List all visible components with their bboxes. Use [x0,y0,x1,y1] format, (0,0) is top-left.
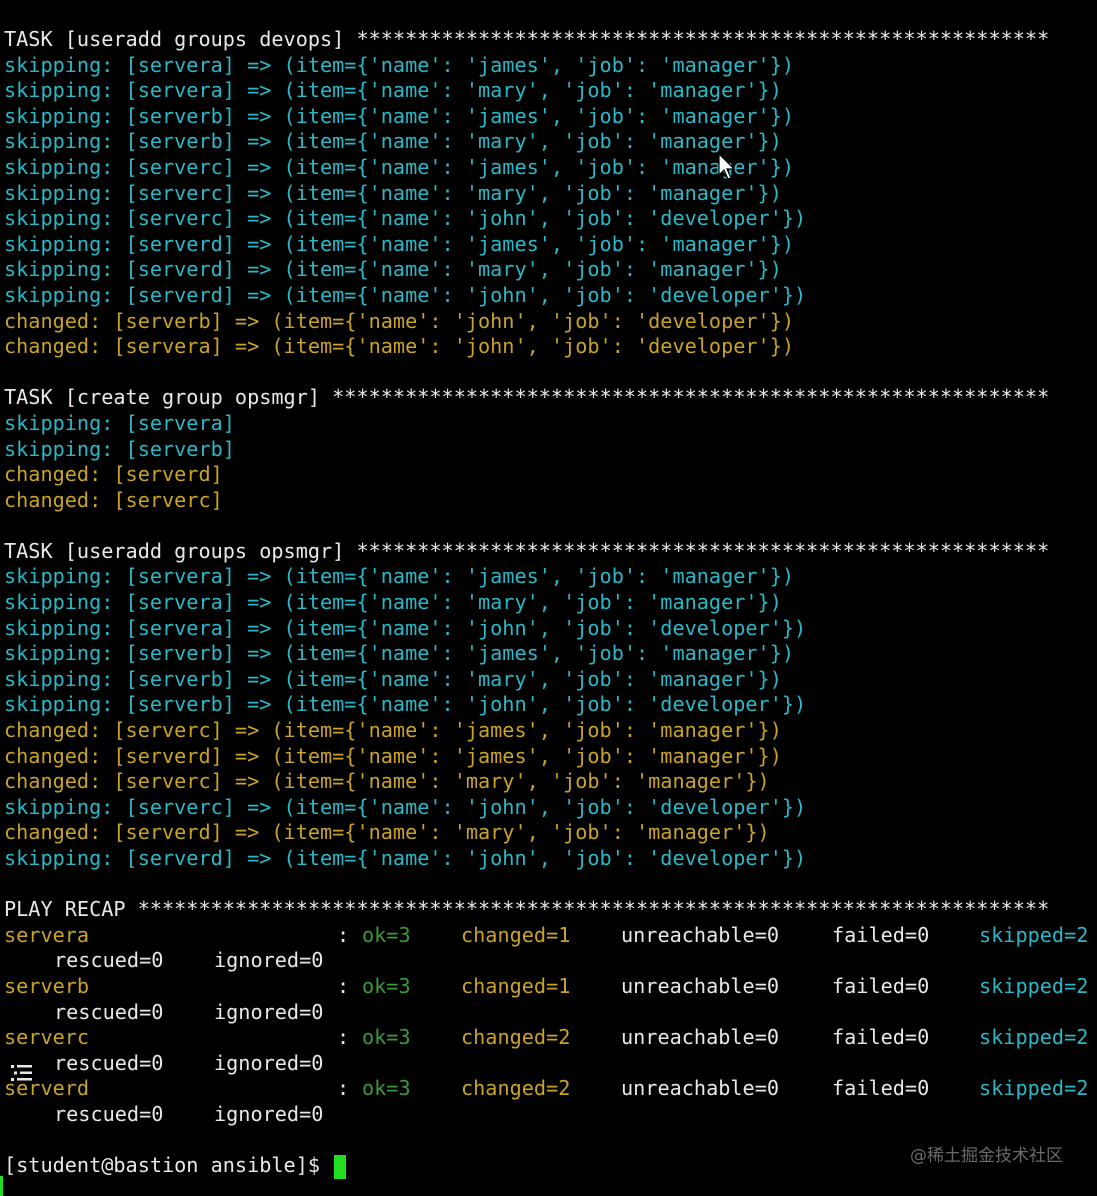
recap-row: serverd: ok=3 changed=2 unreachable=0 failed… [4,1076,1094,1102]
skipped-line: skipping: [serverd] => (item={'name': 'm… [4,257,782,282]
task-header-line: PLAY RECAP *****************************… [4,897,1050,922]
recap-separator: : [337,922,350,947]
recap-ignored: ignored=0 [214,999,324,1024]
recap-separator: : [337,1025,350,1050]
skipped-line: skipping: [servera] => (item={'name': 'j… [4,52,795,77]
skipped-line: skipping: [serverd] => (item={'name': 'j… [4,282,807,307]
recap-ok: ok=3 [362,1025,411,1050]
recap-unreachable: unreachable=0 [621,973,780,998]
mouse-pointer-icon [718,153,736,180]
skipped-line: skipping: [serverb] => (item={'name': 'm… [4,129,782,154]
changed-line: changed: [serverd] => (item={'name': 'ma… [4,820,770,845]
recap-row-continued: rescued=0 ignored=0 [4,1102,1094,1128]
skipped-line: skipping: [serverd] => (item={'name': 'j… [4,231,795,256]
recap-ok: ok=3 [362,922,411,947]
recap-failed: failed=0 [832,973,930,998]
task-header-line: TASK [create group opsmgr] *************… [4,385,1050,410]
recap-changed: changed=2 [461,1076,571,1101]
changed-line: changed: [serverb] => (item={'name': 'jo… [4,308,795,333]
skipped-line: skipping: [servera] => (item={'name': 'j… [4,564,795,589]
skipped-line: skipping: [serverc] => (item={'name': 'j… [4,794,807,819]
recap-failed: failed=0 [832,1025,930,1050]
text-cursor[interactable] [334,1154,347,1179]
skipped-line: skipping: [serverd] => (item={'name': 'j… [4,846,807,870]
changed-line: changed: [serverc] => (item={'name': 'ja… [4,718,782,743]
skipped-line: skipping: [serverc] => (item={'name': 'j… [4,206,807,231]
recap-row-continued: rescued=0 ignored=0 [4,1051,1094,1077]
changed-line: changed: [serverc] [4,487,223,512]
skipped-line: skipping: [serverb] => (item={'name': 'j… [4,641,795,666]
skipped-line: skipping: [servera] => (item={'name': 'm… [4,78,782,103]
recap-changed: changed=1 [461,922,571,947]
recap-row-continued: rescued=0 ignored=0 [4,948,1094,974]
changed-line: changed: [serverc] => (item={'name': 'ma… [4,769,770,794]
changed-line: changed: [servera] => (item={'name': 'jo… [4,334,795,359]
skipped-line: skipping: [serverb] [4,436,235,461]
skipped-line: skipping: [servera] [4,410,235,435]
recap-rescued: rescued=0 [54,1101,164,1126]
skipped-line: skipping: [serverb] => (item={'name': 'j… [4,103,795,128]
recap-separator: : [337,1076,350,1101]
skipped-line: skipping: [serverc] => (item={'name': 'j… [4,154,795,179]
recap-rescued: rescued=0 [54,999,164,1024]
changed-line: changed: [serverd] => (item={'name': 'ja… [4,743,782,768]
recap-ignored: ignored=0 [214,1101,324,1126]
skipped-line: skipping: [serverb] => (item={'name': 'j… [4,692,807,717]
left-edge-marker [0,1176,3,1196]
recap-ignored: ignored=0 [214,948,324,973]
recap-skipped: skipped=2 [979,922,1089,947]
recap-host-name: serverb [4,973,90,998]
recap-rescued: rescued=0 [54,948,164,973]
recap-failed: failed=0 [832,922,930,947]
recap-unreachable: unreachable=0 [621,922,780,947]
recap-unreachable: unreachable=0 [621,1025,780,1050]
recap-rescued: rescued=0 [54,1050,164,1075]
skipped-line: skipping: [serverc] => (item={'name': 'm… [4,180,782,205]
recap-row-continued: rescued=0 ignored=0 [4,1000,1094,1026]
skipped-line: skipping: [servera] => (item={'name': 'j… [4,615,807,640]
recap-unreachable: unreachable=0 [621,1076,780,1101]
shell-prompt: [student@bastion ansible]$ [4,1153,333,1178]
changed-line: changed: [serverd] [4,462,223,487]
recap-skipped: skipped=2 [979,1076,1089,1101]
recap-changed: changed=1 [461,973,571,998]
task-header-line: TASK [useradd groups opsmgr] ***********… [4,538,1050,563]
recap-changed: changed=2 [461,1025,571,1050]
recap-row: serverb: ok=3 changed=1 unreachable=0 failed… [4,974,1094,1000]
recap-ok: ok=3 [362,1076,411,1101]
recap-failed: failed=0 [832,1076,930,1101]
skipped-line: skipping: [serverb] => (item={'name': 'm… [4,666,782,691]
skipped-line: skipping: [servera] => (item={'name': 'm… [4,590,782,615]
list-icon[interactable] [10,1062,34,1084]
task-header-line: TASK [useradd groups devops] ***********… [4,27,1050,51]
recap-row: serverc: ok=3 changed=2 unreachable=0 failed… [4,1025,1094,1051]
recap-host-name: servera [4,922,90,947]
recap-separator: : [337,973,350,998]
recap-host-name: serverc [4,1025,90,1050]
recap-row: servera: ok=3 changed=1 unreachable=0 failed… [4,923,1094,949]
recap-ignored: ignored=0 [214,1050,324,1075]
terminal-output[interactable]: TASK [useradd groups devops] ***********… [4,27,1094,1179]
recap-skipped: skipped=2 [979,973,1089,998]
watermark: @稀土掘金技术社区 [910,1146,1063,1166]
recap-skipped: skipped=2 [979,1025,1089,1050]
recap-ok: ok=3 [362,973,411,998]
